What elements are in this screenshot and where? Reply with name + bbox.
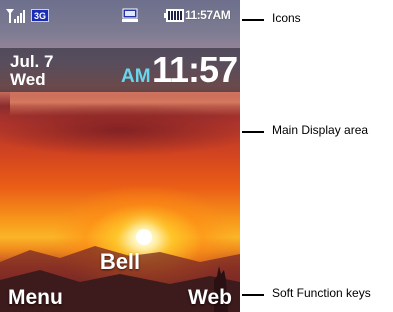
date-label: Jul. 7 (10, 52, 54, 71)
icons-callout-label: Icons (272, 11, 301, 25)
status-clock: 11:57AM (185, 8, 231, 22)
network-3g-icon: 3G (31, 9, 49, 22)
main-display-callout-label: Main Display area (272, 123, 369, 137)
soft-keys-callout-line (242, 294, 264, 296)
weekday-label: Wed (10, 70, 46, 89)
battery-icon (164, 9, 184, 22)
main-display-callout-line (242, 131, 264, 133)
signal-strength-icon (6, 9, 25, 23)
carrier-name: Bell (99, 249, 141, 274)
main-clock: 11:57 (152, 49, 238, 90)
message-icon (122, 8, 138, 22)
wallpaper-cloud-band (0, 100, 240, 160)
ampm-label: AM (121, 66, 151, 87)
web-softkey[interactable]: Web (188, 286, 232, 310)
icons-callout-line (242, 19, 264, 21)
menu-softkey[interactable]: Menu (8, 286, 63, 310)
soft-keys-callout-label: Soft Function keys (272, 286, 371, 300)
status-bar: 3G 11:57AM (0, 0, 240, 32)
phone-screen: 3G 11:57AM Jul. 7 Wed AM 11:57 Bell Menu… (0, 0, 240, 312)
